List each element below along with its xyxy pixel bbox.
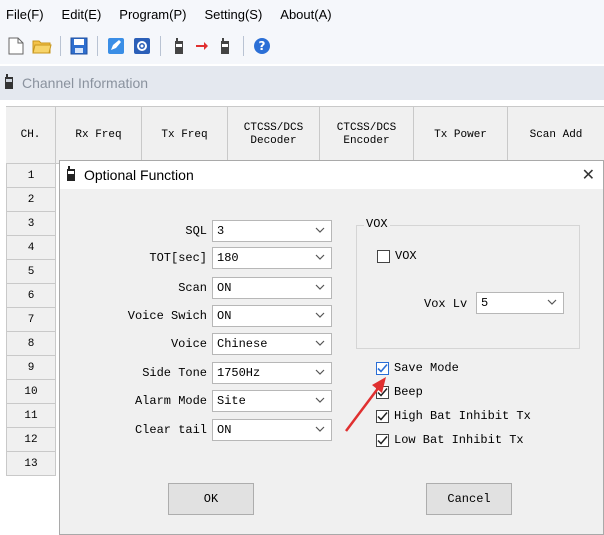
write-radio-icon[interactable]	[215, 36, 235, 56]
menu-bar: File(F) Edit(E) Program(P) Setting(S) Ab…	[0, 0, 604, 28]
svg-text:?: ?	[259, 39, 266, 53]
read-radio-icon[interactable]	[169, 36, 189, 56]
tot-label: TOT[sec]	[149, 251, 207, 265]
chevron-down-icon	[547, 299, 557, 305]
alarm-mode-select[interactable]: Site	[212, 390, 332, 412]
open-folder-icon[interactable]	[32, 36, 52, 56]
annotation-arrow-icon	[345, 377, 386, 432]
radio-icon	[4, 73, 14, 93]
column-header-tx-freq[interactable]: Tx Freq	[142, 107, 228, 163]
dialog-titlebar: Optional Function ✕	[60, 161, 603, 189]
tot-select[interactable]: 180	[212, 247, 332, 269]
ok-button[interactable]: OK	[168, 483, 254, 515]
row-header[interactable]: 3	[6, 212, 56, 236]
chevron-down-icon	[315, 227, 325, 233]
voice-switch-select[interactable]: ON	[212, 305, 332, 327]
column-header-tx-power[interactable]: Tx Power	[414, 107, 508, 163]
vox-level-select[interactable]: 5	[476, 292, 564, 314]
save-mode-label: Save Mode	[394, 361, 459, 375]
column-header-scan-add[interactable]: Scan Add	[508, 107, 604, 163]
vox-group-label: VOX	[364, 217, 390, 231]
side-tone-label: Side Tone	[142, 366, 207, 380]
voice-switch-label: Voice Swich	[127, 309, 207, 323]
chevron-down-icon	[315, 426, 325, 432]
checkmark-icon	[377, 435, 388, 445]
checkmark-icon	[377, 363, 388, 373]
row-header[interactable]: 11	[6, 404, 56, 428]
row-header[interactable]: 10	[6, 380, 56, 404]
row-header[interactable]: 7	[6, 308, 56, 332]
row-header[interactable]: 4	[6, 236, 56, 260]
high-bat-inhibit-checkbox[interactable]: High Bat Inhibit Tx	[376, 409, 531, 423]
radio-icon	[66, 165, 76, 185]
chevron-down-icon	[315, 284, 325, 290]
menu-about[interactable]: About(A)	[280, 7, 331, 22]
toolbar-separator	[97, 36, 98, 56]
clear-tail-label: Clear tail	[134, 423, 207, 437]
chevron-down-icon	[315, 312, 325, 318]
menu-program[interactable]: Program(P)	[119, 7, 186, 22]
vox-checkbox[interactable]: VOX	[377, 249, 417, 263]
vox-level-label: Vox Lv	[424, 297, 468, 311]
channel-row-headers: 1 2 3 4 5 6 7 8 9 10 11 12 13	[6, 164, 56, 476]
edit-icon[interactable]	[106, 36, 126, 56]
menu-edit[interactable]: Edit(E)	[62, 7, 102, 22]
column-header-ch[interactable]: CH.	[6, 107, 56, 163]
alarm-mode-label: Alarm Mode	[134, 394, 207, 408]
chevron-down-icon	[315, 369, 325, 375]
sql-select[interactable]: 3	[212, 220, 332, 242]
side-tone-select[interactable]: 1750Hz	[212, 362, 332, 384]
close-icon[interactable]: ✕	[582, 165, 595, 185]
vox-checkbox-label: VOX	[395, 249, 417, 263]
high-bat-inhibit-label: High Bat Inhibit Tx	[394, 409, 531, 423]
settings-icon[interactable]	[132, 36, 152, 56]
clear-tail-select[interactable]: ON	[212, 419, 332, 441]
channel-info-titlebar: Channel Information	[0, 66, 604, 100]
save-icon[interactable]	[69, 36, 89, 56]
column-header-encoder[interactable]: CTCSS/DCS Encoder	[320, 107, 414, 163]
chevron-down-icon	[315, 254, 325, 260]
chevron-down-icon	[315, 340, 325, 346]
cancel-button[interactable]: Cancel	[426, 483, 512, 515]
help-icon[interactable]: ?	[252, 36, 272, 56]
row-header[interactable]: 9	[6, 356, 56, 380]
transfer-arrow-icon	[195, 36, 209, 56]
channel-info-title: Channel Information	[22, 75, 149, 91]
low-bat-inhibit-checkbox[interactable]: Low Bat Inhibit Tx	[376, 433, 524, 447]
row-header[interactable]: 5	[6, 260, 56, 284]
row-header[interactable]: 12	[6, 428, 56, 452]
row-header[interactable]: 8	[6, 332, 56, 356]
row-header[interactable]: 6	[6, 284, 56, 308]
column-header-rx-freq[interactable]: Rx Freq	[56, 107, 142, 163]
vox-group	[356, 225, 580, 349]
menu-file[interactable]: File(F)	[6, 7, 44, 22]
row-header[interactable]: 2	[6, 188, 56, 212]
beep-label: Beep	[394, 385, 423, 399]
row-header[interactable]: 13	[6, 452, 56, 476]
voice-select[interactable]: Chinese	[212, 333, 332, 355]
toolbar-separator	[60, 36, 61, 56]
toolbar: ?	[0, 28, 604, 64]
checkbox-box[interactable]	[377, 249, 390, 263]
checkbox-box[interactable]	[376, 433, 389, 447]
scan-label: Scan	[178, 281, 207, 295]
dialog-title: Optional Function	[84, 167, 194, 183]
new-file-icon[interactable]	[6, 36, 26, 56]
toolbar-separator	[160, 36, 161, 56]
menu-setting[interactable]: Setting(S)	[204, 7, 262, 22]
row-header[interactable]: 1	[6, 164, 56, 188]
voice-label: Voice	[170, 337, 207, 351]
toolbar-separator	[243, 36, 244, 56]
optional-function-dialog: Optional Function ✕ SQL 3 TOT[sec] 180 S…	[59, 160, 604, 535]
channel-grid-header: CH. Rx Freq Tx Freq CTCSS/DCS Decoder CT…	[6, 106, 604, 164]
scan-select[interactable]: ON	[212, 277, 332, 299]
chevron-down-icon	[315, 397, 325, 403]
column-header-decoder[interactable]: CTCSS/DCS Decoder	[228, 107, 320, 163]
sql-label: SQL	[185, 224, 207, 238]
low-bat-inhibit-label: Low Bat Inhibit Tx	[394, 433, 524, 447]
